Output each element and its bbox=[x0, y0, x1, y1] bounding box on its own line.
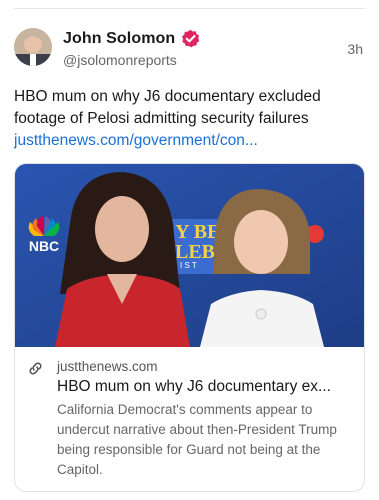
svg-text:NBC: NBC bbox=[29, 238, 59, 254]
card-image[interactable]: Y BE LEB I S T NBC bbox=[15, 164, 364, 347]
card-title[interactable]: HBO mum on why J6 documentary ex... bbox=[57, 376, 353, 397]
avatar[interactable] bbox=[14, 28, 52, 66]
link-preview-card[interactable]: Y BE LEB I S T NBC justthenews.com HBO m… bbox=[14, 163, 365, 492]
post-text: HBO mum on why J6 documentary excluded f… bbox=[14, 88, 321, 127]
link-icon bbox=[29, 362, 42, 375]
verified-badge-icon bbox=[182, 29, 200, 48]
post-link[interactable]: justthenews.com/government/con... bbox=[14, 130, 258, 152]
post[interactable]: John Solomon @jsolomonreports 3h HBO mum… bbox=[0, 0, 379, 500]
svg-text:I S T: I S T bbox=[180, 261, 197, 270]
post-timestamp[interactable]: 3h bbox=[347, 41, 363, 57]
svg-text:LEB: LEB bbox=[175, 241, 215, 263]
card-description: California Democrat's comments appear to… bbox=[57, 402, 337, 477]
svg-text:Y BE: Y BE bbox=[175, 221, 220, 243]
author-handle[interactable]: @jsolomonreports bbox=[63, 52, 177, 68]
author-name[interactable]: John Solomon bbox=[63, 30, 175, 48]
card-domain[interactable]: justthenews.com bbox=[57, 359, 158, 374]
